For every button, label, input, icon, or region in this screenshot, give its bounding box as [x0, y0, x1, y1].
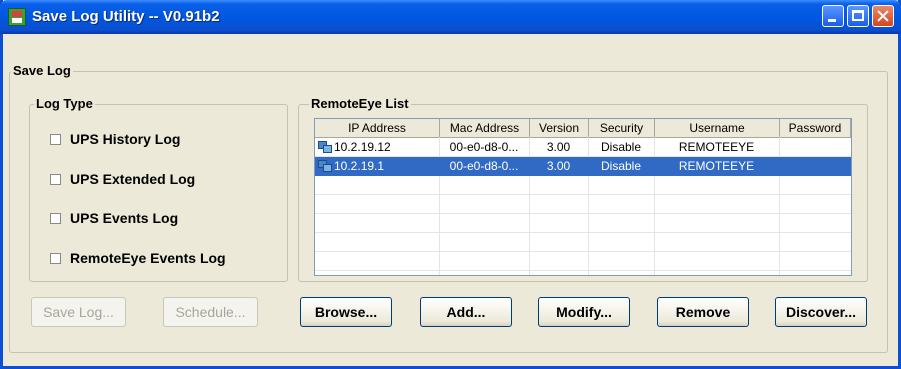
cell-password	[779, 157, 851, 176]
remoteeye-list-group-label: RemoteEye List	[309, 96, 411, 111]
cell-username: REMOTEEYE	[678, 159, 755, 173]
maximize-button[interactable]	[847, 5, 869, 27]
cell-version: 3.00	[546, 140, 571, 154]
checkbox-remoteeye-events-log[interactable]: RemoteEye Events Log	[50, 250, 226, 266]
modify-button[interactable]: Modify...	[538, 297, 630, 327]
checkbox-label: UPS History Log	[70, 131, 181, 147]
column-header-username[interactable]: Username	[655, 119, 780, 137]
title-bar[interactable]: Save Log Utility -- V0.91b2	[0, 0, 901, 34]
app-icon	[8, 8, 26, 26]
grid-line	[315, 194, 851, 195]
checkbox-label: RemoteEye Events Log	[70, 250, 226, 266]
checkbox-box[interactable]	[50, 252, 61, 264]
window-title: Save Log Utility -- V0.91b2	[32, 8, 220, 25]
table-row[interactable]: 10.2.19.12 00-e0-d8-0... 3.00 Disable RE…	[315, 138, 851, 157]
column-header-mac-address[interactable]: Mac Address	[440, 119, 530, 137]
save-log-group-label: Save Log	[11, 63, 73, 78]
column-header-version[interactable]: Version	[530, 119, 589, 137]
list-header: IP Address Mac Address Version Security …	[315, 119, 851, 138]
cell-security: Disable	[600, 140, 642, 154]
cell-ip-address: 10.2.19.1	[315, 157, 439, 176]
network-device-icon	[318, 141, 332, 153]
grid-line	[315, 213, 851, 214]
checkbox-box[interactable]	[50, 212, 61, 224]
column-header-password[interactable]: Password	[780, 119, 851, 137]
grid-line	[315, 270, 851, 271]
cell-security: Disable	[600, 159, 642, 173]
column-header-ip-address[interactable]: IP Address	[315, 119, 440, 137]
table-row-selected[interactable]: 10.2.19.1 00-e0-d8-0... 3.00 Disable REM…	[315, 157, 851, 176]
schedule-button[interactable]: Schedule...	[163, 297, 258, 327]
cell-mac-address: 00-e0-d8-0...	[449, 159, 519, 173]
checkbox-box[interactable]	[50, 133, 61, 145]
checkbox-ups-events-log[interactable]: UPS Events Log	[50, 210, 178, 226]
checkbox-label: UPS Extended Log	[70, 171, 196, 187]
close-button[interactable]	[872, 5, 894, 27]
network-device-icon	[318, 160, 332, 172]
checkbox-box[interactable]	[50, 173, 61, 185]
checkbox-label: UPS Events Log	[70, 210, 179, 226]
checkbox-ups-extended-log[interactable]: UPS Extended Log	[50, 171, 195, 187]
column-header-security[interactable]: Security	[589, 119, 655, 137]
cell-password	[779, 138, 851, 157]
checkbox-ups-history-log[interactable]: UPS History Log	[50, 131, 180, 147]
minimize-button[interactable]	[822, 5, 844, 27]
remoteeye-list-view[interactable]: IP Address Mac Address Version Security …	[314, 118, 852, 276]
discover-button[interactable]: Discover...	[775, 297, 867, 327]
browse-button[interactable]: Browse...	[300, 297, 392, 327]
cell-version: 3.00	[546, 159, 571, 173]
cell-mac-address: 00-e0-d8-0...	[449, 140, 519, 154]
grid-line	[315, 232, 851, 233]
add-button[interactable]: Add...	[420, 297, 512, 327]
log-type-group-label: Log Type	[34, 96, 95, 111]
cell-ip-address: 10.2.19.12	[315, 138, 439, 157]
grid-line	[315, 251, 851, 252]
cell-username: REMOTEEYE	[678, 140, 755, 154]
remove-button[interactable]: Remove	[657, 297, 749, 327]
save-log-button[interactable]: Save Log...	[31, 297, 126, 327]
